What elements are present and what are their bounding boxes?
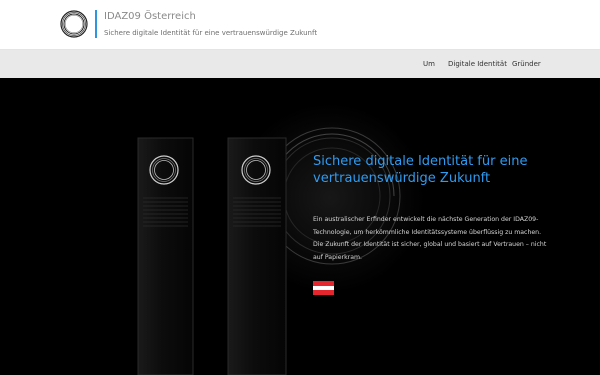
nav-item-gruender[interactable]: Gründer [512, 60, 541, 68]
main-navigation: Um Digitale Identität Gründer [0, 50, 600, 78]
site-tagline: Sichere digitale Identität für eine vert… [104, 29, 318, 37]
brand-divider [95, 10, 97, 38]
left-pillar [137, 137, 194, 375]
hero-section: Sichere digitale Identität für eine vert… [0, 78, 600, 375]
site-title[interactable]: IDAZ09 Österreich [104, 11, 196, 22]
site-header: IDAZ09 Österreich Sichere digitale Ident… [0, 0, 600, 50]
austria-flag-icon [313, 281, 334, 295]
hero-title: Sichere digitale Identität für eine vert… [313, 154, 528, 186]
nav-item-digitale-identitaet[interactable]: Digitale Identität [448, 60, 507, 68]
hero-description: Ein australischer Erfinder entwickelt di… [313, 216, 547, 261]
logo-icon[interactable] [59, 9, 89, 39]
right-pillar [227, 137, 287, 375]
nav-item-um[interactable]: Um [423, 60, 435, 68]
